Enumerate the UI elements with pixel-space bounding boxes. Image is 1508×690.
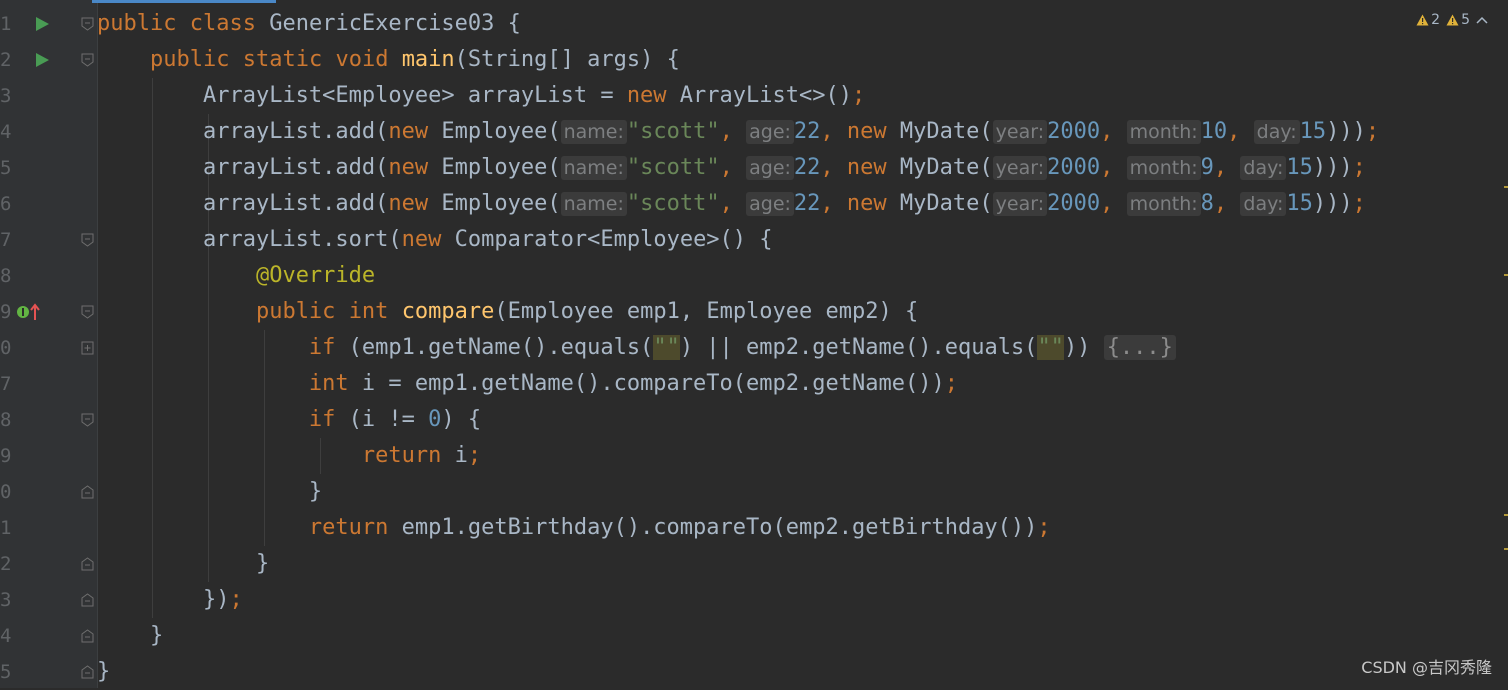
code-line-4: arrayList.add(new Employee(name: "scott",…: [202, 119, 1380, 144]
warning-count[interactable]: 5: [1446, 12, 1470, 28]
line-number: 2: [0, 49, 12, 71]
scrollbar-warning-mark[interactable]: [1504, 514, 1508, 516]
fold-end-marker-icon[interactable]: [81, 557, 94, 571]
weak-warning-count[interactable]: 2: [1416, 12, 1440, 28]
active-tab-indicator: [92, 0, 276, 3]
param-hint-name: name:: [560, 120, 627, 144]
chevron-up-icon[interactable]: [1476, 15, 1488, 25]
line-number: 8: [0, 409, 12, 431]
fold-marker-icon[interactable]: [81, 17, 94, 31]
line-number: 9: [0, 301, 12, 323]
expand-fold-icon[interactable]: [81, 341, 94, 355]
code-line-8: @Override: [255, 263, 376, 288]
scrollbar-warning-mark[interactable]: [1504, 274, 1508, 276]
fold-marker-icon[interactable]: [81, 305, 94, 319]
watermark: CSDN @吉冈秀隆: [1361, 658, 1492, 677]
line-number: 5: [0, 157, 12, 179]
code-line-7: arrayList.sort(new Comparator<Employee>(…: [202, 227, 773, 252]
line-number: 7: [0, 229, 12, 251]
param-hint-month: month:: [1126, 120, 1201, 144]
fold-marker-icon[interactable]: [81, 53, 94, 67]
line-number: 0: [0, 337, 12, 359]
code-editor[interactable]: 1 2 3 4 5 6 7 8 9 0 7 8 9 0 1 2 3 4 5 public class Generic…: [0, 0, 1508, 688]
run-icon[interactable]: [34, 16, 50, 32]
line-number: 8: [0, 265, 12, 287]
code-line-12: if (i != 0) {: [308, 407, 482, 432]
param-hint-day: day:: [1240, 156, 1287, 180]
param-hint-year: year:: [992, 120, 1048, 144]
line-number: 4: [0, 121, 12, 143]
scrollbar-warning-mark[interactable]: [1504, 186, 1508, 188]
code-line-5: arrayList.add(new Employee(name: "scott",…: [202, 155, 1366, 180]
code-line-9: public int compare(Employee emp1, Employ…: [255, 299, 919, 324]
line-number: 9: [0, 445, 12, 467]
code-area[interactable]: public class GenericExercise03 { public …: [97, 6, 1508, 690]
line-number: 0: [0, 481, 12, 503]
param-hint-day: day:: [1240, 192, 1287, 216]
line-number: 1: [0, 517, 12, 539]
line-number: 2: [0, 553, 12, 575]
param-hint-day: day:: [1253, 120, 1300, 144]
code-line-1: public class GenericExercise03 {: [97, 11, 521, 36]
fold-end-marker-icon[interactable]: [81, 665, 94, 679]
fold-end-marker-icon[interactable]: [81, 485, 94, 499]
code-line-10: if (emp1.getName().equals("") || emp2.ge…: [97, 330, 1508, 366]
warning-icon: [1446, 14, 1459, 26]
param-hint-month: month:: [1126, 156, 1201, 180]
code-line-14: }: [308, 479, 323, 504]
fold-end-marker-icon[interactable]: [81, 629, 94, 643]
code-line-17: });: [202, 587, 243, 612]
param-hint-year: year:: [992, 192, 1048, 216]
param-hint-month: month:: [1126, 192, 1201, 216]
code-line-6: arrayList.add(new Employee(name: "scott",…: [202, 191, 1366, 216]
code-line-11: int i = emp1.getName().compareTo(emp2.ge…: [308, 371, 958, 396]
code-line-3: ArrayList<Employee> arrayList = new Arra…: [202, 83, 866, 108]
fold-end-marker-icon[interactable]: [81, 593, 94, 607]
param-hint-name: name:: [560, 192, 627, 216]
inspection-widget[interactable]: 2 5: [1416, 10, 1488, 30]
line-number: 7: [0, 373, 12, 395]
warning-icon: [1416, 14, 1429, 26]
line-number: 3: [0, 85, 12, 107]
line-number: 3: [0, 589, 12, 611]
code-line-2: public static void main(String[] args) {: [149, 47, 680, 72]
code-line-18: }: [149, 623, 164, 648]
run-icon[interactable]: [34, 52, 50, 68]
line-number: 5: [0, 661, 12, 683]
param-hint-name: name:: [560, 156, 627, 180]
folded-block[interactable]: {...}: [1103, 335, 1176, 360]
code-line-16: }: [255, 551, 270, 576]
fold-marker-icon[interactable]: [81, 413, 94, 427]
scrollbar-warning-mark[interactable]: [1504, 548, 1508, 550]
line-number: 1: [0, 13, 12, 35]
param-hint-age: age:: [746, 120, 794, 144]
fold-marker-icon[interactable]: [81, 233, 94, 247]
line-number: 4: [0, 625, 12, 647]
code-line-19: }: [97, 659, 111, 684]
param-hint-year: year:: [992, 156, 1048, 180]
implements-method-icon[interactable]: [15, 302, 41, 322]
selected-string: "": [1037, 335, 1064, 360]
code-line-13: return i;: [361, 443, 482, 468]
param-hint-age: age:: [746, 156, 794, 180]
line-number: 6: [0, 193, 12, 215]
param-hint-age: age:: [746, 192, 794, 216]
selected-string: "": [653, 335, 680, 360]
code-line-15: return emp1.getBirthday().compareTo(emp2…: [308, 515, 1051, 540]
